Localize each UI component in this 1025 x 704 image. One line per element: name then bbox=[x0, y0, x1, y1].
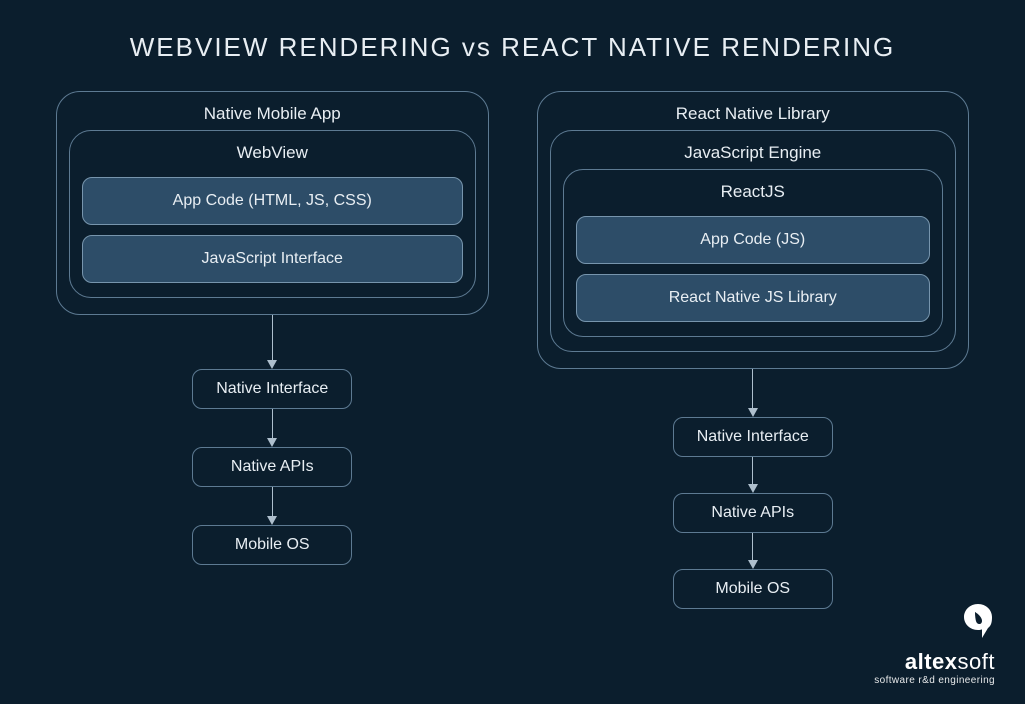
brand-light: soft bbox=[958, 649, 995, 674]
speech-bubble-icon bbox=[961, 602, 995, 645]
left-jsinterface-box: JavaScript Interface bbox=[82, 235, 463, 283]
diagram-title: WEBVIEW RENDERING vs REACT NATIVE RENDER… bbox=[0, 0, 1025, 63]
left-mobile-os-box: Mobile OS bbox=[192, 525, 352, 565]
brand-logo: altexsoft software r&d engineering bbox=[874, 602, 995, 686]
brand-bold: altex bbox=[905, 649, 958, 674]
arrow-down-icon bbox=[267, 315, 277, 369]
brand-name: altexsoft bbox=[874, 649, 995, 675]
left-inner-label: WebView bbox=[82, 139, 463, 169]
right-mid-label: JavaScript Engine bbox=[563, 139, 944, 169]
right-mobile-os-box: Mobile OS bbox=[673, 569, 833, 609]
right-native-apis-box: Native APIs bbox=[673, 493, 833, 533]
left-native-apis-box: Native APIs bbox=[192, 447, 352, 487]
columns: Native Mobile App WebView App Code (HTML… bbox=[0, 63, 1025, 609]
left-outer-box: Native Mobile App WebView App Code (HTML… bbox=[56, 91, 489, 315]
right-appcode-box: App Code (JS) bbox=[576, 216, 931, 264]
right-inner-box: ReactJS App Code (JS) React Native JS Li… bbox=[563, 169, 944, 337]
arrow-down-icon bbox=[267, 409, 277, 447]
arrow-down-icon bbox=[748, 533, 758, 569]
left-native-interface-box: Native Interface bbox=[192, 369, 352, 409]
left-code-box: App Code (HTML, JS, CSS) bbox=[82, 177, 463, 225]
right-native-interface-box: Native Interface bbox=[673, 417, 833, 457]
right-outer-box: React Native Library JavaScript Engine R… bbox=[537, 91, 970, 369]
arrow-down-icon bbox=[267, 487, 277, 525]
right-mid-box: JavaScript Engine ReactJS App Code (JS) … bbox=[550, 130, 957, 352]
left-inner-box: WebView App Code (HTML, JS, CSS) JavaScr… bbox=[69, 130, 476, 298]
left-column: Native Mobile App WebView App Code (HTML… bbox=[56, 91, 489, 609]
right-column: React Native Library JavaScript Engine R… bbox=[537, 91, 970, 609]
arrow-down-icon bbox=[748, 369, 758, 417]
right-inner-label: ReactJS bbox=[576, 178, 931, 208]
arrow-down-icon bbox=[748, 457, 758, 493]
left-outer-label: Native Mobile App bbox=[69, 100, 476, 130]
right-rnlib-box: React Native JS Library bbox=[576, 274, 931, 322]
right-outer-label: React Native Library bbox=[550, 100, 957, 130]
brand-tagline: software r&d engineering bbox=[874, 675, 995, 686]
